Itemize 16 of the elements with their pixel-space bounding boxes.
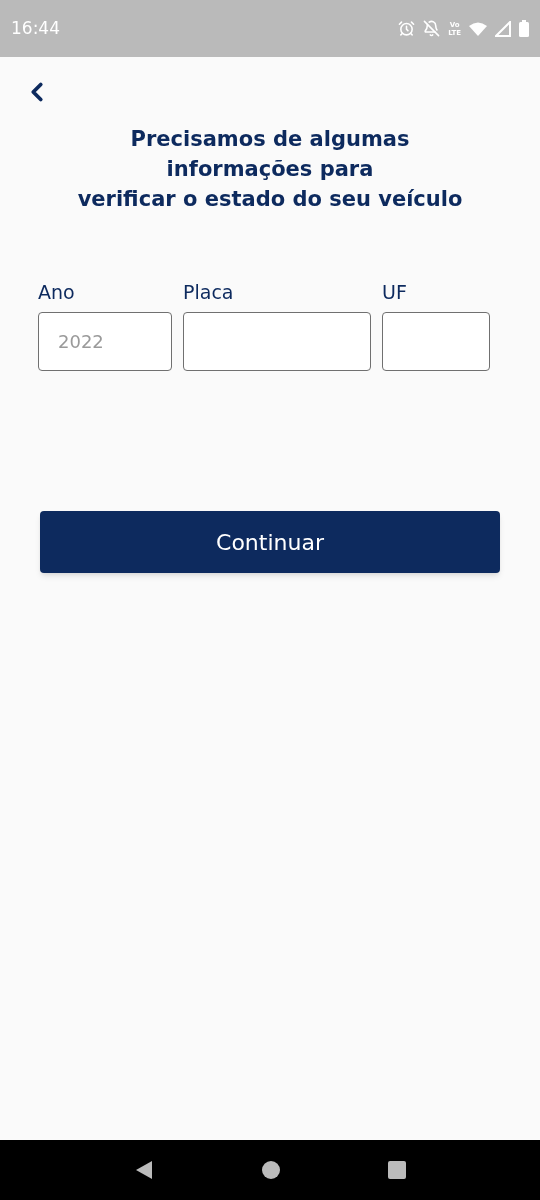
page-title: Precisamos de algumas informações para verificar o estado do seu veículo (76, 126, 464, 213)
continue-button[interactable]: Continuar (40, 511, 500, 573)
bell-off-icon (423, 20, 441, 37)
battery-icon (519, 20, 529, 37)
input-field[interactable]: 2022 (38, 312, 172, 371)
field-label: UF (382, 280, 408, 304)
input-field[interactable] (382, 312, 490, 371)
input-field[interactable] (183, 312, 371, 371)
alarm-icon (398, 20, 416, 37)
status-time: 16:44 (11, 16, 60, 40)
home-icon[interactable] (262, 1161, 280, 1179)
field-label: Placa (183, 280, 235, 304)
signal-icon (495, 20, 511, 37)
field-label: Ano (38, 280, 76, 304)
wifi-icon (469, 21, 487, 36)
back-icon[interactable] (134, 1160, 154, 1180)
